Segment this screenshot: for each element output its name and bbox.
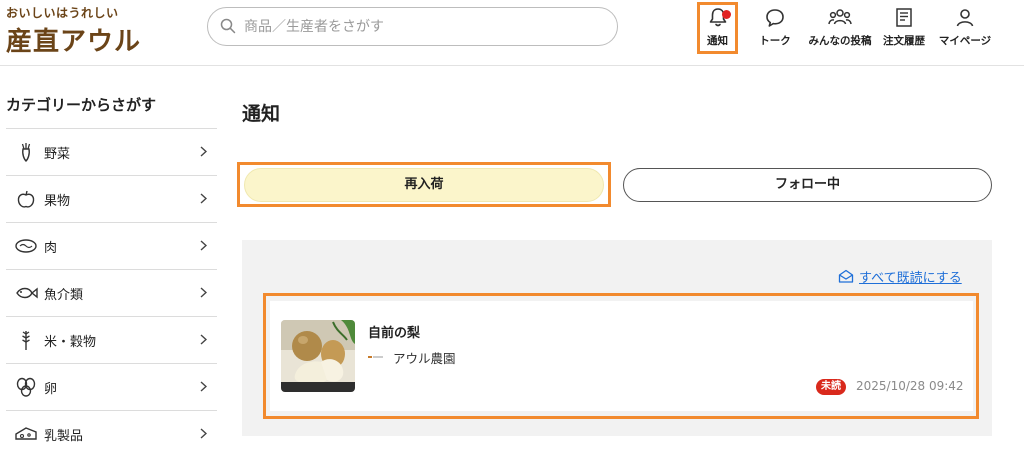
shop-logo-icon bbox=[368, 356, 383, 358]
nav-label: みんなの投稿 bbox=[808, 35, 872, 47]
receipt-icon bbox=[896, 8, 912, 27]
rice-plant-icon bbox=[22, 331, 30, 350]
category-label: 米・穀物 bbox=[44, 335, 97, 350]
category-item-fruits[interactable]: 果物 bbox=[6, 175, 217, 222]
nav-label: 通知 bbox=[707, 35, 728, 47]
category-item-dairy[interactable]: 乳製品 bbox=[6, 410, 217, 453]
nav-label: 注文履歴 bbox=[883, 35, 925, 47]
chevron-right-icon bbox=[200, 334, 207, 345]
nav-community-posts[interactable]: みんなの投稿 bbox=[806, 4, 874, 52]
site-logo[interactable]: おいしいはうれしい 産直アウル bbox=[6, 4, 146, 57]
cheese-icon bbox=[15, 427, 37, 440]
shop-name: アウル農園 bbox=[393, 351, 456, 366]
category-label: 野菜 bbox=[44, 147, 71, 162]
apple-icon bbox=[17, 190, 35, 208]
mark-all-read-link[interactable]: すべて既読にする bbox=[838, 267, 962, 286]
nav-label: トーク bbox=[759, 35, 791, 47]
user-icon bbox=[956, 9, 974, 27]
mark-all-read-label: すべて既読にする bbox=[859, 271, 962, 286]
nav-talk[interactable]: トーク bbox=[752, 4, 798, 52]
meat-icon bbox=[15, 239, 37, 253]
category-label: 乳製品 bbox=[44, 429, 84, 444]
chevron-right-icon bbox=[200, 428, 207, 439]
logo-tagline: おいしいはうれしい bbox=[6, 6, 119, 20]
category-label: 魚介類 bbox=[44, 288, 84, 303]
site-header: おいしいはうれしい 産直アウル 通知 トーク みんな bbox=[0, 0, 1024, 66]
nav-label: マイページ bbox=[938, 35, 992, 47]
product-name: 自前の梨 bbox=[368, 326, 421, 341]
unread-dot bbox=[722, 10, 731, 19]
logo-wordmark: 産直アウル bbox=[6, 27, 142, 57]
category-label: 卵 bbox=[44, 382, 58, 397]
category-label: 果物 bbox=[44, 194, 71, 209]
notification-item[interactable]: 自前の梨 アウル農園 未読 2025/10/28 09:42 bbox=[270, 301, 973, 411]
search-icon bbox=[220, 18, 236, 34]
category-list: 野菜 果物 肉 魚介類 米・穀物 卵 乳製品 bbox=[6, 128, 217, 453]
pear-photo-icon bbox=[281, 320, 355, 392]
category-item-eggs[interactable]: 卵 bbox=[6, 363, 217, 410]
chevron-right-icon bbox=[200, 240, 207, 251]
chevron-right-icon bbox=[200, 146, 207, 157]
chevron-right-icon bbox=[200, 381, 207, 392]
carrot-icon bbox=[21, 143, 31, 162]
unread-badge: 未読 bbox=[816, 379, 846, 395]
category-item-meat[interactable]: 肉 bbox=[6, 222, 217, 269]
sidebar-title: カテゴリーからさがす bbox=[6, 96, 157, 114]
product-thumbnail bbox=[281, 320, 355, 392]
fish-icon bbox=[16, 287, 38, 299]
egg-icon bbox=[16, 377, 36, 397]
nav-notifications[interactable]: 通知 bbox=[697, 2, 738, 54]
nav-order-history[interactable]: 注文履歴 bbox=[880, 4, 928, 52]
tab-following[interactable]: フォロー中 bbox=[623, 168, 992, 202]
category-item-seafood[interactable]: 魚介類 bbox=[6, 269, 217, 316]
category-item-vegetables[interactable]: 野菜 bbox=[6, 128, 217, 175]
page-title: 通知 bbox=[242, 103, 281, 125]
nav-my-page[interactable]: マイページ bbox=[936, 4, 994, 52]
search-input[interactable] bbox=[244, 16, 604, 38]
category-label: 肉 bbox=[44, 241, 58, 256]
notification-timestamp: 2025/10/28 09:42 bbox=[856, 379, 964, 393]
tab-restock[interactable]: 再入荷 bbox=[244, 168, 604, 202]
people-icon bbox=[828, 9, 852, 25]
chat-bubble-icon bbox=[766, 9, 784, 27]
envelope-open-icon bbox=[838, 269, 854, 283]
category-item-rice-grains[interactable]: 米・穀物 bbox=[6, 316, 217, 363]
search-box[interactable] bbox=[207, 7, 618, 46]
chevron-right-icon bbox=[200, 287, 207, 298]
chevron-right-icon bbox=[200, 193, 207, 204]
